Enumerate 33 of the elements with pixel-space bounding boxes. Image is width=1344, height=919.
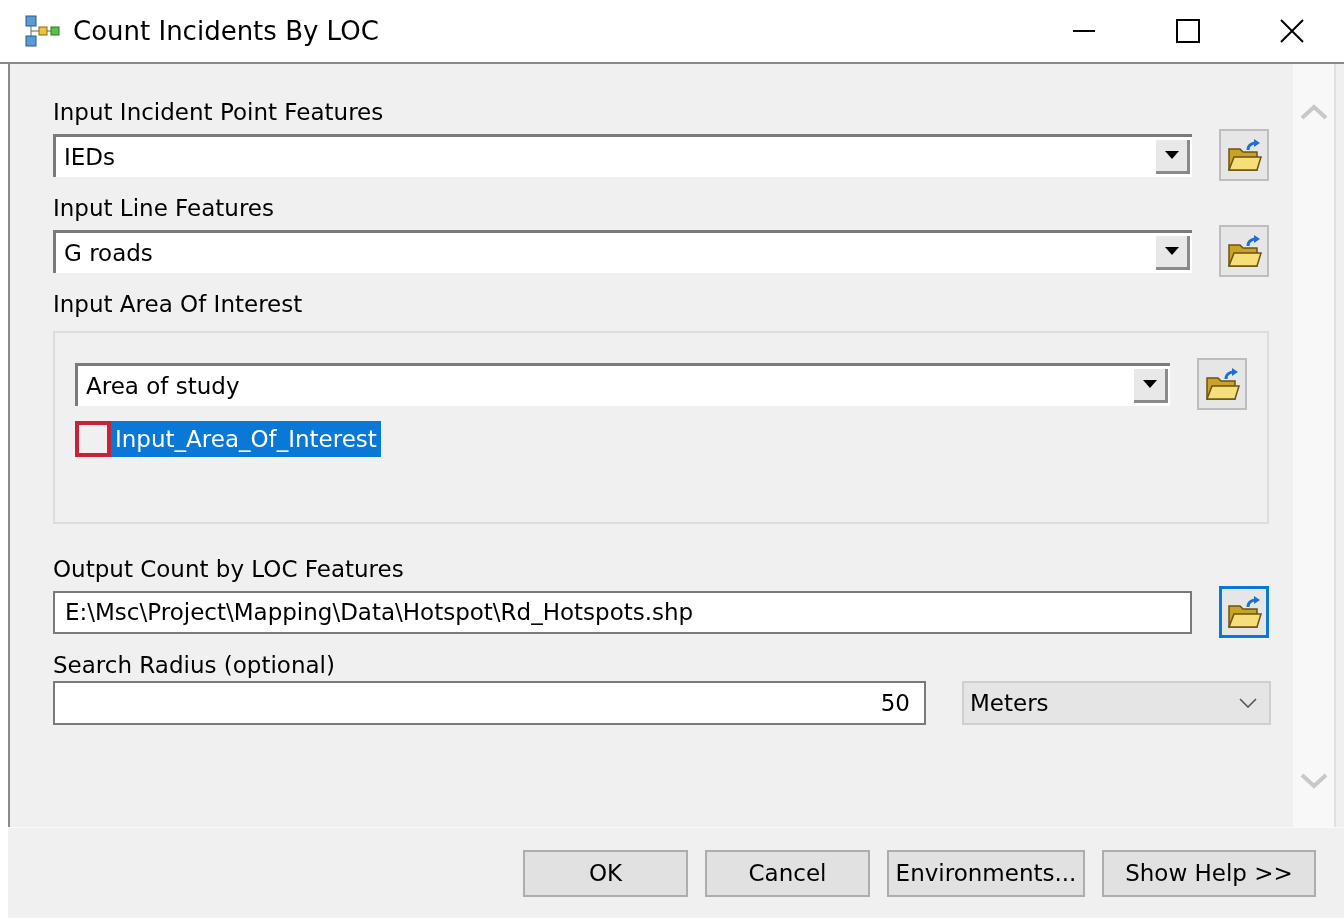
parameter-label: Output Count by LOC Features bbox=[53, 557, 405, 581]
output-path-field[interactable]: E:\Msc\Project\Mapping\Data\Hotspot\Rd_Hotspots.shp bbox=[53, 590, 1192, 634]
window-title: Count Incidents By LOC bbox=[73, 16, 380, 46]
parameter-label: Search Radius (optional) bbox=[53, 653, 336, 677]
maximize-icon[interactable] bbox=[1176, 19, 1200, 43]
radius-field[interactable]: 50 bbox=[53, 681, 926, 725]
dropdown-arrow-icon bbox=[1164, 247, 1179, 255]
browse-button[interactable] bbox=[1219, 586, 1269, 638]
dialog-button[interactable]: Cancel bbox=[705, 849, 870, 897]
dropdown-arrow-icon bbox=[1164, 151, 1179, 159]
checkbox[interactable] bbox=[75, 421, 111, 457]
dropdown-field[interactable]: Area of study bbox=[75, 362, 1170, 406]
dialog-button[interactable]: OK bbox=[523, 849, 688, 897]
dropdown-field[interactable]: IEDs bbox=[53, 133, 1192, 177]
folder-icon bbox=[1226, 594, 1262, 630]
model-icon bbox=[24, 14, 61, 48]
chevron-down-icon bbox=[1239, 698, 1257, 708]
dialog-button[interactable]: Show Help >> bbox=[1102, 849, 1316, 897]
folder-icon bbox=[1226, 137, 1262, 173]
browse-button[interactable] bbox=[1197, 358, 1247, 410]
dropdown-arrow-icon bbox=[1142, 380, 1157, 388]
browse-button[interactable] bbox=[1219, 129, 1269, 181]
parameter-label: Input Line Features bbox=[53, 196, 275, 220]
dropdown-field[interactable]: G roads bbox=[53, 229, 1192, 273]
folder-icon bbox=[1226, 233, 1262, 269]
close-icon[interactable] bbox=[1280, 19, 1304, 43]
folder-icon bbox=[1204, 366, 1240, 402]
checkbox-label[interactable]: Input_Area_Of_Interest bbox=[111, 421, 381, 457]
unit-dropdown[interactable]: Meters bbox=[962, 681, 1271, 725]
browse-button[interactable] bbox=[1219, 225, 1269, 277]
dialog-button[interactable]: Environments... bbox=[887, 849, 1085, 897]
parameter-label: Input Area Of Interest bbox=[53, 292, 304, 316]
parameter-label: Input Incident Point Features bbox=[53, 100, 385, 124]
